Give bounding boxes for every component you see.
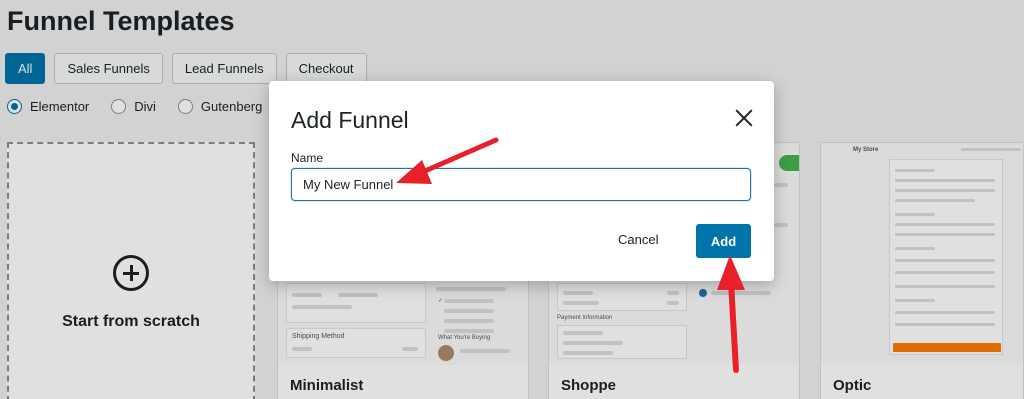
dialog-title: Add Funnel <box>291 107 409 133</box>
funnel-name-input[interactable] <box>291 168 751 201</box>
close-icon[interactable] <box>734 108 754 128</box>
name-field-label: Name <box>291 151 324 165</box>
cancel-button[interactable]: Cancel <box>618 232 658 247</box>
add-funnel-dialog: Add Funnel Name Cancel Add <box>269 81 774 281</box>
add-button[interactable]: Add <box>696 224 751 258</box>
